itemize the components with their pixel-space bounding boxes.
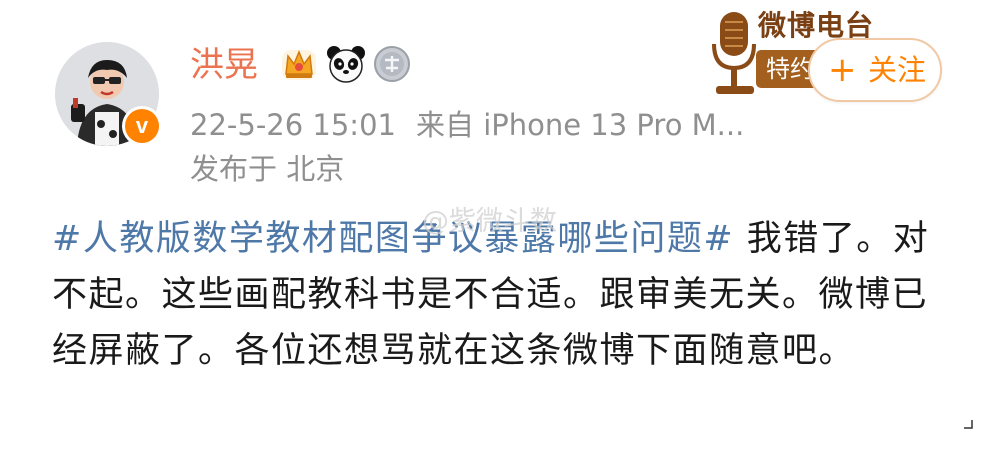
follow-label: 关注 — [868, 53, 927, 87]
weibo-post-card: v 洪晃 22-5-26 15:01 来自 iPhone 13 Pro M... … — [0, 0, 986, 455]
corner-mark-icon — [964, 420, 973, 429]
post-source[interactable]: 来自 iPhone 13 Pro M... — [416, 108, 744, 142]
post-timestamp: 22-5-26 15:01 — [190, 108, 396, 142]
watermark: @紫微斗数 — [422, 206, 557, 237]
verified-mark: v — [125, 109, 159, 143]
radio-badge-ribbon-text: 特约 — [766, 55, 814, 83]
follow-button[interactable]: + 关注 — [808, 38, 942, 102]
post-meta: 22-5-26 15:01 来自 iPhone 13 Pro M... — [190, 104, 780, 146]
panda-icon — [327, 46, 365, 83]
topic-hashtag-link[interactable]: #人教版数学教材配图争议暴露哪些问题# — [52, 219, 734, 259]
post-location: 发布于 北京 — [190, 152, 345, 186]
microphone-icon — [712, 12, 756, 94]
username[interactable]: 洪晃 — [190, 40, 258, 90]
medal-icon — [374, 46, 410, 82]
plus-icon: + — [828, 50, 857, 90]
verified-badge-icon: v — [122, 106, 162, 146]
crown-icon — [282, 50, 316, 80]
